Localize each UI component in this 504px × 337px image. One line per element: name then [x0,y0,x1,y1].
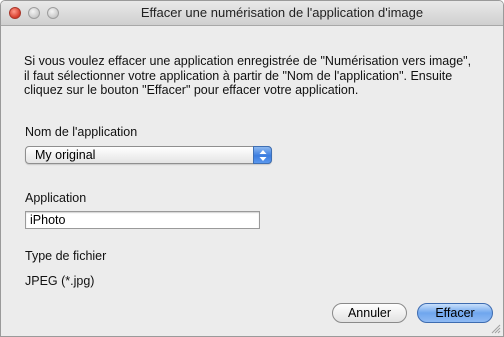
minimize-window-button[interactable] [28,7,40,19]
popup-arrows-icon[interactable] [253,146,272,164]
title-bar[interactable]: Effacer une numérisation de l'applicatio… [1,1,503,26]
app-name-popup[interactable]: My original [25,146,272,164]
application-field-value: iPhoto [30,213,66,227]
application-field: iPhoto [25,211,260,229]
close-window-button[interactable] [9,7,21,19]
instruction-text: Si vous voulez effacer une application e… [24,54,472,97]
file-type-label: Type de fichier [25,249,107,263]
app-name-label: Nom de l'application [25,125,138,139]
zoom-window-button[interactable] [47,7,59,19]
dialog-window: Effacer une numérisation de l'applicatio… [0,0,504,337]
resize-grip-icon[interactable] [490,323,501,334]
application-label: Application [25,191,87,205]
app-name-selected-value: My original [35,148,96,162]
file-type-value: JPEG (*.jpg) [25,274,95,288]
delete-button[interactable]: Effacer [417,303,493,323]
window-title: Effacer une numérisation de l'applicatio… [140,5,424,20]
cancel-button[interactable]: Annuler [332,303,407,323]
